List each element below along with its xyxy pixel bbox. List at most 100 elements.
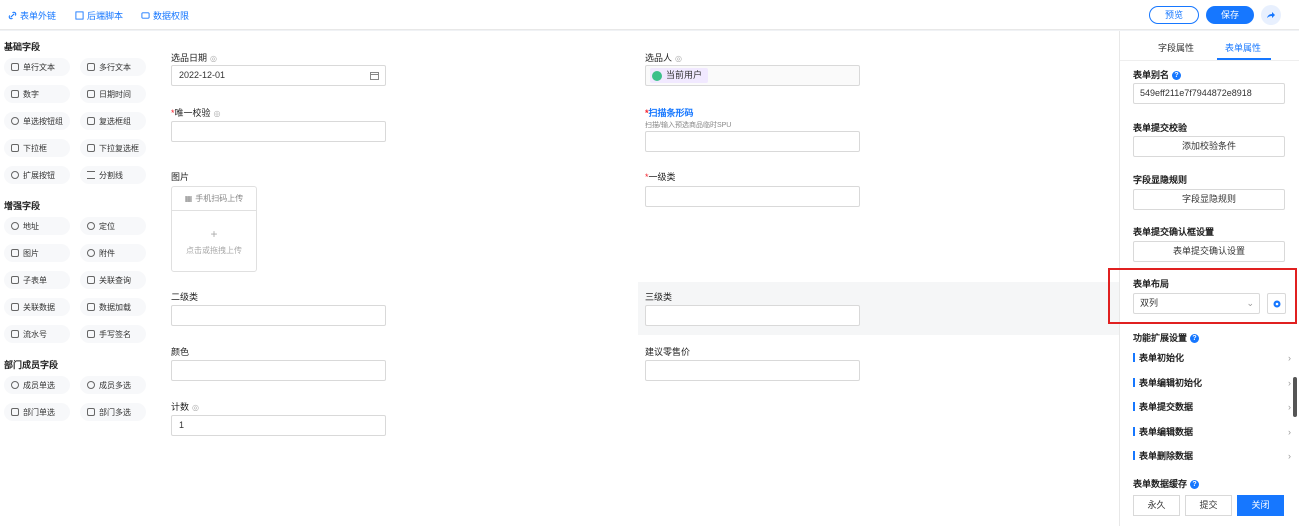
- field-dept-single[interactable]: 部门单选: [4, 403, 70, 421]
- eye-icon: ◎: [675, 54, 682, 63]
- field-member-multi[interactable]: 成员多选: [80, 376, 146, 394]
- backend-script-button[interactable]: 后端脚本: [75, 9, 123, 22]
- field-dropdown[interactable]: 下拉框: [4, 139, 70, 157]
- query-icon: [87, 276, 95, 284]
- field-geolocation[interactable]: 定位: [80, 217, 146, 235]
- text-icon: [11, 63, 19, 71]
- field-member-single[interactable]: 成员单选: [4, 376, 70, 394]
- form-external-link-button[interactable]: 表单外链: [8, 9, 56, 22]
- serial-icon: [11, 330, 19, 338]
- select-date-input[interactable]: 2022-12-01: [171, 65, 386, 86]
- link-icon: [8, 11, 17, 20]
- field-subform[interactable]: 子表单: [4, 271, 70, 289]
- level1-label: *一级类: [645, 172, 676, 182]
- image-upload-area[interactable]: ▦ 手机扫码上传 + 点击或拖拽上传: [171, 186, 257, 272]
- menu-form-delete-data[interactable]: 表单删除数据 ›: [1133, 449, 1291, 462]
- selector-label: 选品人 ◎: [645, 53, 682, 63]
- cache-submit-option[interactable]: 提交: [1185, 495, 1232, 516]
- field-multi-text[interactable]: 多行文本: [80, 58, 146, 76]
- calendar-icon: [370, 72, 379, 80]
- visibility-rules-label: 字段显隐规则: [1133, 175, 1188, 185]
- scan-barcode-label: *扫描条形码: [645, 108, 694, 118]
- eye-icon: ◎: [210, 54, 217, 63]
- user-icon: [11, 381, 19, 389]
- field-image[interactable]: 图片: [4, 244, 70, 262]
- save-button[interactable]: 保存: [1206, 6, 1254, 24]
- share-button[interactable]: [1261, 5, 1281, 25]
- field-attachment[interactable]: 附件: [80, 244, 146, 262]
- field-data-load[interactable]: 数据加载: [80, 298, 146, 316]
- form-alias-input[interactable]: 549eff211e7f7944872e8918: [1133, 83, 1285, 104]
- users-icon: [87, 381, 95, 389]
- level1-input[interactable]: [645, 186, 860, 207]
- tab-field-properties[interactable]: 字段属性: [1158, 41, 1194, 54]
- multiline-icon: [87, 63, 95, 71]
- tab-form-properties[interactable]: 表单属性: [1225, 41, 1261, 54]
- scan-barcode-input[interactable]: [645, 131, 860, 152]
- menu-form-edit-init[interactable]: 表单编辑初始化 ›: [1133, 376, 1291, 389]
- click-drag-upload-label: 点击或拖拽上传: [186, 246, 242, 255]
- field-single-text[interactable]: 单行文本: [4, 58, 70, 76]
- chevron-right-icon: ›: [1288, 450, 1291, 461]
- field-checkbox-group[interactable]: 复选框组: [80, 112, 146, 130]
- level3-label: 三级类: [645, 292, 673, 302]
- extension-settings-label: 功能扩展设置?: [1133, 331, 1200, 344]
- backend-script-label: 后端脚本: [87, 11, 124, 21]
- field-radio-group[interactable]: 单选按钮组: [4, 112, 70, 130]
- field-related-data[interactable]: 关联数据: [4, 298, 70, 316]
- menu-form-init[interactable]: 表单初始化 ›: [1133, 351, 1291, 364]
- submit-confirm-button[interactable]: 表单提交确认设置: [1133, 241, 1285, 262]
- share-icon: [1267, 12, 1275, 18]
- scrollbar[interactable]: [1293, 377, 1297, 417]
- chevron-right-icon: ›: [1288, 377, 1291, 388]
- suggested-price-input[interactable]: [645, 360, 860, 381]
- pen-icon: [87, 330, 95, 338]
- selector-input[interactable]: 当前用户: [645, 65, 860, 86]
- departments-icon: [87, 408, 95, 416]
- preview-button[interactable]: 预览: [1149, 6, 1199, 24]
- chevron-right-icon: ›: [1288, 426, 1291, 437]
- count-input[interactable]: 1: [171, 415, 386, 436]
- field-dropdown-multi[interactable]: 下拉复选框: [80, 139, 146, 157]
- data-cache-label: 表单数据缓存?: [1133, 477, 1200, 490]
- cache-permanent-option[interactable]: 永久: [1133, 495, 1180, 516]
- eye-icon: ◎: [192, 403, 199, 412]
- field-related-query[interactable]: 关联查询: [80, 271, 146, 289]
- cache-close-option[interactable]: 关闭: [1237, 495, 1284, 516]
- unique-check-label: *唯一校验 ◎: [171, 108, 221, 118]
- level2-input[interactable]: [171, 305, 386, 326]
- cloud-upload-icon: [87, 249, 95, 257]
- data-permission-button[interactable]: 数据权限: [141, 9, 189, 22]
- field-dept-multi[interactable]: 部门多选: [80, 403, 146, 421]
- qrcode-icon: ▦: [184, 194, 193, 203]
- field-divider[interactable]: 分割线: [80, 166, 146, 184]
- eye-icon: ◎: [213, 109, 221, 118]
- field-extend-button[interactable]: 扩展按钮: [4, 166, 70, 184]
- help-icon: ?: [1190, 480, 1200, 490]
- permission-icon: [141, 12, 150, 19]
- field-palette: 基础字段 单行文本 多行文本 数字 日期时间 单选按钮组 复选框组 下拉框 下拉…: [0, 31, 158, 526]
- visibility-rules-button[interactable]: 字段显隐规则: [1133, 189, 1285, 210]
- radio-icon: [11, 117, 19, 125]
- unique-check-input[interactable]: [171, 121, 386, 142]
- chevron-right-icon: ›: [1288, 352, 1291, 363]
- crosshair-icon: [87, 222, 95, 230]
- field-address[interactable]: 地址: [4, 217, 70, 235]
- calendar-icon: [87, 90, 95, 98]
- subform-icon: [11, 276, 19, 284]
- link-data-icon: [11, 303, 19, 311]
- color-input[interactable]: [171, 360, 386, 381]
- level3-input[interactable]: [645, 305, 860, 326]
- menu-form-edit-data[interactable]: 表单编辑数据 ›: [1133, 425, 1291, 438]
- menu-form-submit-data[interactable]: 表单提交数据 ›: [1133, 400, 1291, 413]
- location-pin-icon: [11, 222, 19, 230]
- field-serial-number[interactable]: 流水号: [4, 325, 70, 343]
- current-user-tag: 当前用户: [650, 68, 709, 83]
- field-datetime[interactable]: 日期时间: [80, 85, 146, 103]
- mobile-scan-upload[interactable]: ▦ 手机扫码上传: [172, 187, 256, 211]
- field-signature[interactable]: 手写签名: [80, 325, 146, 343]
- field-number[interactable]: 数字: [4, 85, 70, 103]
- add-check-button[interactable]: 添加校验条件: [1133, 136, 1285, 157]
- chevron-right-icon: ›: [1288, 401, 1291, 412]
- basic-fields-title: 基础字段: [4, 42, 41, 52]
